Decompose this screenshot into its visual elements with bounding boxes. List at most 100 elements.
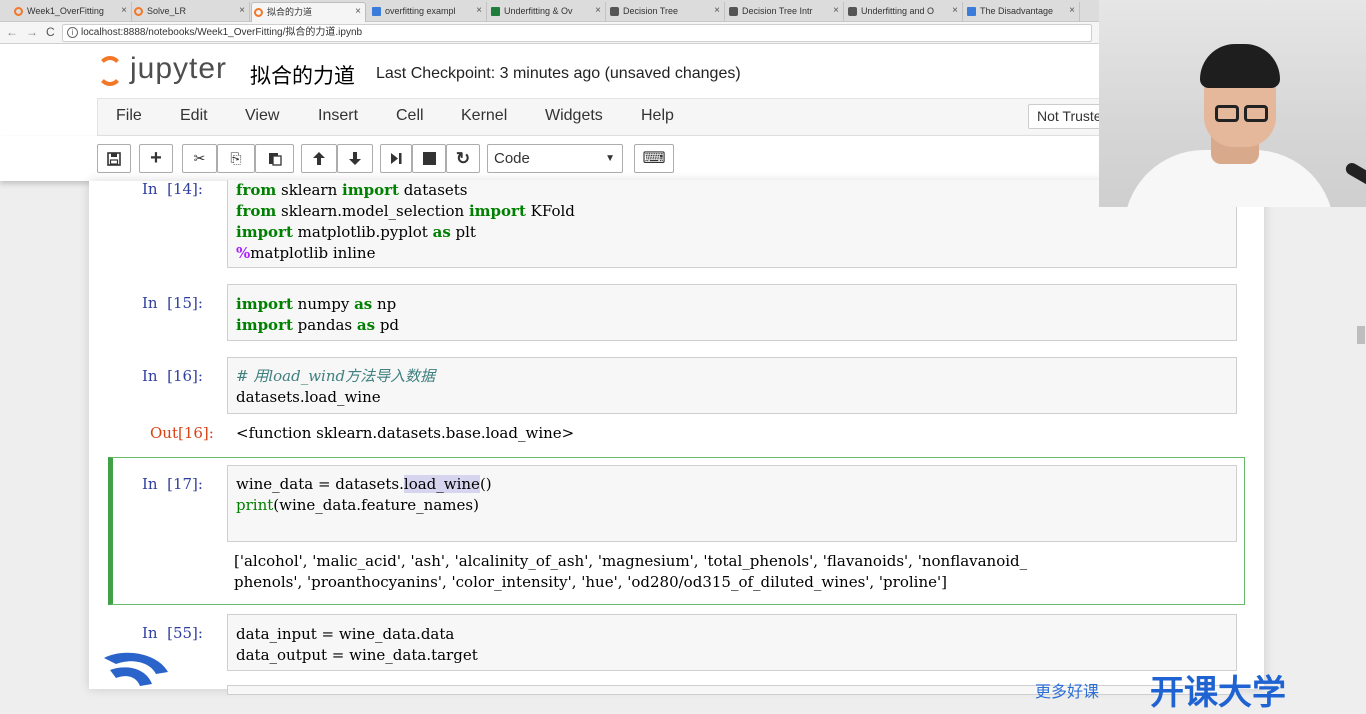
restart-button[interactable]: ↻ (446, 144, 480, 173)
book-icon (848, 7, 857, 16)
save-icon (107, 152, 121, 166)
menu-cell[interactable]: Cell (396, 107, 424, 125)
tab-title: overfitting exampl (385, 6, 456, 16)
code-text-17[interactable]: wine_data = datasets.load_wine() print(w… (236, 474, 492, 516)
reload-icon[interactable]: C (46, 25, 55, 39)
menu-widgets[interactable]: Widgets (545, 107, 603, 125)
output-line: ['alcohol', 'malic_acid', 'ash', 'alcali… (234, 552, 1028, 570)
glasses-icon (1244, 105, 1268, 122)
code-text-15[interactable]: import numpy as np import pandas as pd (236, 294, 399, 336)
watermark-logo-icon (104, 652, 168, 686)
sheet-icon (491, 7, 500, 16)
tab-title: The Disadvantage (980, 6, 1054, 16)
run-button[interactable] (380, 144, 412, 173)
code-text-55[interactable]: data_input = wine_data.data data_output … (236, 624, 478, 666)
tab-title: 拟合的力道 (267, 7, 313, 17)
keyboard-icon: ⌨ (642, 150, 666, 167)
watermark-brand: 开课大学 (1150, 674, 1286, 712)
jupyter-logo-icon[interactable] (97, 56, 123, 86)
cut-button[interactable]: ✂ (182, 144, 217, 173)
tab-title: Decision Tree (623, 6, 679, 16)
url-text: localhost:8888/notebooks/Week1_OverFitti… (81, 27, 363, 38)
watermark-text: 更多好课 (1035, 684, 1100, 701)
cell-output-17: ['alcohol', 'malic_acid', 'ash', 'alcali… (234, 551, 1027, 593)
browser-tab[interactable]: Week1_OverFitting × (12, 2, 132, 22)
arrow-up-icon (313, 152, 325, 165)
code-text-16[interactable]: # 用load_wind方法导入数据 datasets.load_wine (236, 366, 435, 408)
close-icon[interactable]: × (121, 2, 127, 20)
menu-insert[interactable]: Insert (318, 107, 358, 125)
move-up-button[interactable] (301, 144, 337, 173)
browser-tab[interactable]: Decision Tree × (608, 2, 725, 22)
menu-edit[interactable]: Edit (180, 107, 208, 125)
cell-prompt: In [17]: (142, 475, 203, 493)
not-trusted-button[interactable]: Not Trusted (1028, 104, 1108, 129)
menu-view[interactable]: View (245, 107, 279, 125)
menu-kernel[interactable]: Kernel (461, 107, 507, 125)
forward-arrow-icon[interactable]: → (26, 25, 38, 39)
tab-title: Solve_LR (147, 6, 187, 16)
address-bar-row: ← → C i localhost:8888/notebooks/Week1_O… (0, 22, 1100, 44)
cell-prompt: In [55]: (142, 624, 203, 642)
browser-tab[interactable]: overfitting exampl × (370, 2, 487, 22)
scrollbar-thumb[interactable] (1357, 326, 1365, 344)
tab-title: Decision Tree Intr (742, 6, 813, 16)
output-line: phenols', 'proanthocyanins', 'color_inte… (234, 573, 947, 591)
tab-title: Underfitting & Ov (504, 6, 573, 16)
cell-type-select[interactable]: Code ▼ (487, 144, 623, 173)
url-input[interactable]: i localhost:8888/notebooks/Week1_OverFit… (62, 24, 1092, 42)
arrow-down-icon (349, 152, 361, 165)
browser-tab[interactable]: The Disadvantage × (965, 2, 1080, 22)
stop-button[interactable] (412, 144, 446, 173)
save-button[interactable] (97, 144, 131, 173)
browser-tab[interactable]: Solve_LR × (132, 2, 250, 22)
glasses-icon (1215, 105, 1239, 122)
plus-icon: + (150, 147, 162, 169)
scissors-icon: ✂ (193, 150, 206, 166)
close-icon[interactable]: × (1069, 2, 1075, 20)
web-icon (967, 7, 976, 16)
restart-icon: ↻ (455, 149, 471, 168)
stop-icon (422, 152, 436, 165)
close-icon[interactable]: × (833, 2, 839, 20)
cell-prompt: In [15]: (142, 294, 203, 312)
info-icon[interactable]: i (67, 27, 78, 38)
browser-tab[interactable]: Underfitting and O × (846, 2, 963, 22)
cell-prompt: In [14]: (142, 180, 203, 198)
dropdown-arrow-icon: ▼ (605, 153, 615, 164)
book-icon (729, 7, 738, 16)
close-icon[interactable]: × (595, 2, 601, 20)
jupyter-icon (134, 7, 143, 16)
cell-output-16: <function sklearn.datasets.base.load_win… (236, 424, 575, 442)
close-icon[interactable]: × (714, 2, 720, 20)
doc-icon (610, 7, 619, 16)
browser-tab-active[interactable]: 拟合的力道 × (251, 2, 366, 22)
menu-help[interactable]: Help (641, 107, 674, 125)
paste-button[interactable] (255, 144, 294, 173)
checkpoint-status: Last Checkpoint: 3 minutes ago (unsaved … (376, 65, 741, 82)
close-icon[interactable]: × (355, 3, 361, 21)
browser-tab[interactable]: Underfitting & Ov × (489, 2, 606, 22)
browser-tab[interactable]: Decision Tree Intr × (727, 2, 844, 22)
move-down-button[interactable] (337, 144, 373, 173)
close-icon[interactable]: × (952, 2, 958, 20)
menu-file[interactable]: File (116, 107, 142, 125)
cell-prompt: In [16]: (142, 367, 203, 385)
code-text-14[interactable]: from sklearn import datasets from sklear… (236, 180, 575, 264)
jupyter-icon (254, 8, 263, 17)
back-arrow-icon[interactable]: ← (6, 25, 18, 39)
jupyter-logo-text[interactable]: jupyter (130, 52, 227, 86)
command-palette-button[interactable]: ⌨ (634, 144, 674, 173)
notebook-title[interactable]: 拟合的力道 (250, 60, 355, 90)
close-icon[interactable]: × (239, 2, 245, 20)
close-icon[interactable]: × (476, 2, 482, 20)
insert-cell-button[interactable]: + (139, 144, 173, 173)
jupyter-icon (14, 7, 23, 16)
copy-icon: ⎘ (230, 150, 242, 166)
web-icon (372, 7, 381, 16)
copy-button[interactable]: ⎘ (217, 144, 255, 173)
run-icon (390, 153, 401, 164)
paste-icon (268, 153, 282, 166)
output-prompt: Out[16]: (150, 424, 214, 442)
cell-type-value: Code (494, 150, 530, 167)
